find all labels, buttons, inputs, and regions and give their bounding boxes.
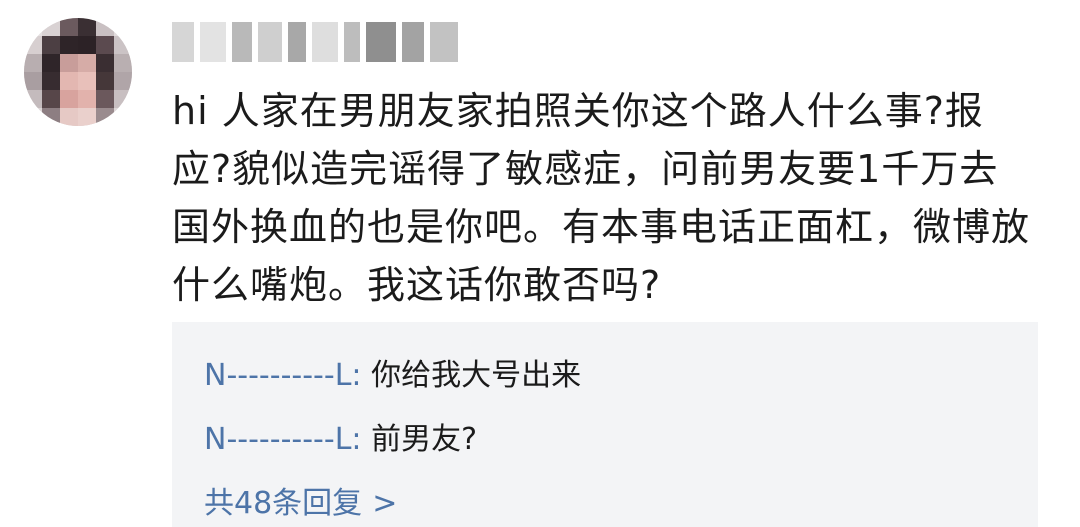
- user-avatar-icon[interactable]: [24, 18, 132, 126]
- view-all-replies-link[interactable]: 共48条回复 >: [204, 478, 397, 522]
- reply-item[interactable]: N----------L: 前男友?: [204, 414, 477, 458]
- reply-item[interactable]: N----------L: 你给我大号出来: [204, 350, 581, 394]
- reply-preview-box[interactable]: N----------L: 你给我大号出来 N----------L: 前男友?…: [172, 322, 1038, 527]
- reply-text: 前男友?: [371, 422, 478, 457]
- reply-text: 你给我大号出来: [371, 358, 582, 393]
- reply-author[interactable]: N----------L: [204, 358, 351, 393]
- reply-separator: :: [351, 422, 372, 457]
- view-all-replies-label: 共48条回复: [204, 486, 363, 521]
- comment-card: hi 人家在男朋友家拍照关你这个路人什么事?报应?貌似造完谣得了敏感症，问前男友…: [0, 0, 1080, 527]
- comment-text: hi 人家在男朋友家拍照关你这个路人什么事?报应?貌似造完谣得了敏感症，问前男友…: [172, 89, 1031, 307]
- reply-separator: :: [351, 358, 372, 393]
- reply-author[interactable]: N----------L: [204, 422, 351, 457]
- chevron-right-icon: >: [372, 486, 398, 521]
- username-redacted[interactable]: [172, 22, 472, 62]
